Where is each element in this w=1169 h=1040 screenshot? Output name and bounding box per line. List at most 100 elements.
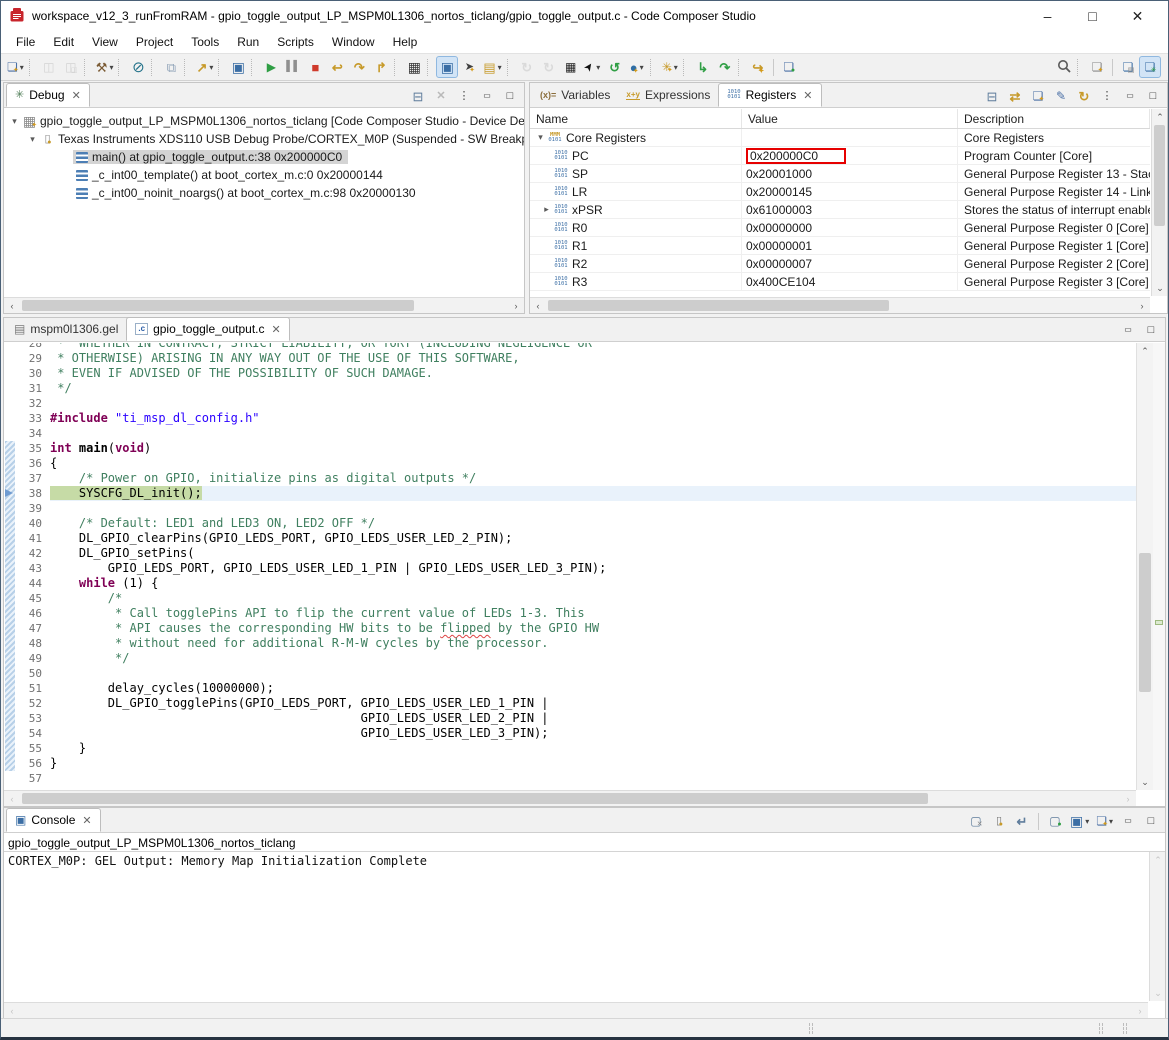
reset-button[interactable]: ↩ — [326, 56, 348, 78]
code-line-50[interactable]: 50 — [4, 666, 1136, 681]
flash-button[interactable]: ↗▾ — [193, 56, 216, 78]
dropdown-arrow-icon[interactable]: ▾ — [20, 63, 24, 72]
line-number[interactable]: 31 — [4, 381, 50, 396]
debug-config-button[interactable]: ✳✦▾ — [659, 56, 681, 78]
registers-vscrollbar[interactable]: ⌃ ⌄ — [1151, 109, 1167, 296]
line-number[interactable]: 30 — [4, 366, 50, 381]
code-line-48[interactable]: 48 * without need for additional R-M-W c… — [4, 636, 1136, 651]
menu-help[interactable]: Help — [384, 33, 427, 51]
dropdown-arrow-icon[interactable]: ▾ — [498, 63, 502, 72]
register-row[interactable]: 10100101R30x400CE104General Purpose Regi… — [530, 273, 1150, 291]
refresh-registers-button[interactable]: ↻ — [1073, 85, 1095, 107]
menu-edit[interactable]: Edit — [44, 33, 83, 51]
word-wrap-button[interactable]: ↵ — [1011, 810, 1033, 832]
close-tab-icon[interactable]: ✕ — [272, 323, 281, 336]
register-value[interactable]: 0x00000007 — [742, 255, 958, 272]
code-line-56[interactable]: 56} — [4, 756, 1136, 771]
register-value[interactable]: 0x20000145 — [742, 183, 958, 200]
menu-file[interactable]: File — [7, 33, 44, 51]
debug-tree-row[interactable]: _c_int00_noinit_noargs() at boot_cortex_… — [4, 184, 524, 202]
tree-expander-icon[interactable]: ▾ — [534, 132, 547, 143]
minimize-button[interactable]: ▭ — [1119, 85, 1141, 107]
menu-run[interactable]: Run — [228, 33, 268, 51]
show-debug-monitor-button[interactable]: ▣ — [227, 56, 249, 78]
view-menu-button[interactable]: ⋮ — [453, 85, 475, 107]
select-pointer-button[interactable]: ➤▾ — [582, 56, 604, 78]
line-number[interactable]: 33 — [4, 411, 50, 426]
collapse-all-button[interactable]: ⊟ — [407, 85, 429, 107]
register-value[interactable]: 0x400CE104 — [742, 273, 958, 290]
remove-all-terminated-button[interactable]: ✕ — [430, 85, 452, 107]
maximize-button[interactable]: □ — [499, 85, 521, 107]
tree-expander-icon[interactable]: ▾ — [26, 134, 39, 145]
new-register-view-button[interactable]: ❏✦ — [1027, 85, 1049, 107]
editor-tab-gpio_toggle_output.c[interactable]: .cgpio_toggle_output.c✕ — [126, 317, 289, 341]
dropdown-arrow-icon[interactable]: ▾ — [674, 63, 678, 72]
chip-button[interactable]: ▦ — [560, 56, 582, 78]
console-output[interactable]: CORTEX_M0P: GEL Output: Memory Map Initi… — [4, 852, 1148, 1001]
ccs-edit-perspective-button[interactable]: ❏▤ — [1117, 56, 1139, 78]
registers-hscrollbar[interactable]: ‹ › — [530, 297, 1150, 313]
register-row[interactable]: ▾MMM0101Core RegistersCore Registers — [530, 129, 1150, 147]
code-line-46[interactable]: 46 * Call togglePins API to flip the cur… — [4, 606, 1136, 621]
column-header-description[interactable]: Description — [958, 109, 1150, 128]
editor-vscrollbar[interactable]: ⌃ ⌄ — [1136, 343, 1153, 790]
memory-browser-button[interactable]: ▦ — [403, 56, 425, 78]
open-console-button[interactable]: ❏✦▾ — [1093, 810, 1116, 832]
code-line-29[interactable]: 29 * OTHERWISE) ARISING IN ANY WAY OUT O… — [4, 351, 1136, 366]
editor-hscrollbar[interactable]: ‹ › — [4, 790, 1136, 806]
search-button[interactable] — [1053, 56, 1075, 78]
line-number[interactable]: 34 — [4, 426, 50, 441]
edit-register-button[interactable]: ✎ — [1050, 85, 1072, 107]
overview-ruler[interactable] — [1153, 343, 1165, 790]
code-line-52[interactable]: 52 DL_GPIO_togglePins(GPIO_LEDS_PORT, GP… — [4, 696, 1136, 711]
register-value[interactable]: 0x61000003 — [742, 201, 958, 218]
maximize-window-button[interactable]: □ — [1070, 2, 1115, 30]
close-tab-icon[interactable]: ✕ — [72, 89, 81, 102]
close-tab-icon[interactable]: ✕ — [803, 89, 812, 102]
code-line-47[interactable]: 47 * API causes the corresponding HW bit… — [4, 621, 1136, 636]
register-row[interactable]: 10100101PC0x200000C0Program Counter [Cor… — [530, 147, 1150, 165]
code-line-43[interactable]: 43 GPIO_LEDS_PORT, GPIO_LEDS_USER_LED_1_… — [4, 561, 1136, 576]
debug-tree-row[interactable]: ▾▯●Texas Instruments XDS110 USB Debug Pr… — [4, 130, 524, 148]
code-line-41[interactable]: 41 DL_GPIO_clearPins(GPIO_LEDS_PORT, GPI… — [4, 531, 1136, 546]
run-to-line-button[interactable]: ↪✦ — [747, 56, 769, 78]
trace-stop-button[interactable]: ↻ — [538, 56, 560, 78]
register-value[interactable] — [742, 129, 958, 146]
code-line-28[interactable]: 28 * WHETHER IN CONTRACT, STRICT LIABILI… — [4, 343, 1136, 351]
dropdown-arrow-icon[interactable]: ▾ — [209, 63, 213, 72]
pin-console-button[interactable]: ▢● — [1044, 810, 1066, 832]
tab-registers[interactable]: 10100101Registers✕ — [718, 83, 821, 107]
column-header-value[interactable]: Value — [742, 109, 958, 128]
menu-scripts[interactable]: Scripts — [268, 33, 323, 51]
dropdown-arrow-icon[interactable]: ▾ — [640, 63, 644, 72]
code-line-35[interactable]: 35int main(void) — [4, 441, 1136, 456]
editor-tab-mspm0l1306.gel[interactable]: ▤mspm0l1306.gel — [6, 317, 126, 341]
dropdown-arrow-icon[interactable]: ▾ — [596, 63, 600, 72]
resume-button[interactable]: ▶ — [260, 56, 282, 78]
code-line-33[interactable]: 33#include "ti_msp_dl_config.h" — [4, 411, 1136, 426]
code-line-38[interactable]: 38 SYSCFG_DL_init(); — [4, 486, 1136, 501]
maximize-button[interactable]: □ — [1142, 85, 1164, 107]
collapse-all-button[interactable]: ⊟ — [981, 85, 1003, 107]
suspend-button[interactable]: ▌▌ — [282, 56, 304, 78]
dropdown-arrow-icon[interactable]: ▾ — [109, 63, 113, 72]
debug-tree-row[interactable]: _c_int00_template() at boot_cortex_m.c:0… — [4, 166, 524, 184]
register-row[interactable]: 10100101R10x00000001General Purpose Regi… — [530, 237, 1150, 255]
menu-tools[interactable]: Tools — [182, 33, 228, 51]
ccs-debug-perspective-button[interactable]: ❏✳ — [1139, 56, 1161, 78]
code-line-32[interactable]: 32 — [4, 396, 1136, 411]
column-header-name[interactable]: Name — [530, 109, 742, 128]
clear-console-button[interactable]: ▢✕ — [965, 810, 987, 832]
code-line-53[interactable]: 53 GPIO_LEDS_USER_LED_2_PIN | — [4, 711, 1136, 726]
code-line-40[interactable]: 40 /* Default: LED1 and LED3 ON, LED2 OF… — [4, 516, 1136, 531]
tree-expander-icon[interactable]: ▸ — [540, 204, 553, 215]
show-register-groups-button[interactable]: ⇄ — [1004, 85, 1026, 107]
view-menu-button[interactable]: ⋮ — [1096, 85, 1118, 107]
line-number[interactable]: 29 — [4, 351, 50, 366]
registers-view-button[interactable]: ▣ — [436, 56, 458, 78]
register-value[interactable]: 0x00000000 — [742, 219, 958, 236]
refresh-target-button[interactable]: ↺ — [604, 56, 626, 78]
menu-project[interactable]: Project — [127, 33, 182, 51]
debug-button[interactable]: ⊘ — [127, 56, 149, 78]
